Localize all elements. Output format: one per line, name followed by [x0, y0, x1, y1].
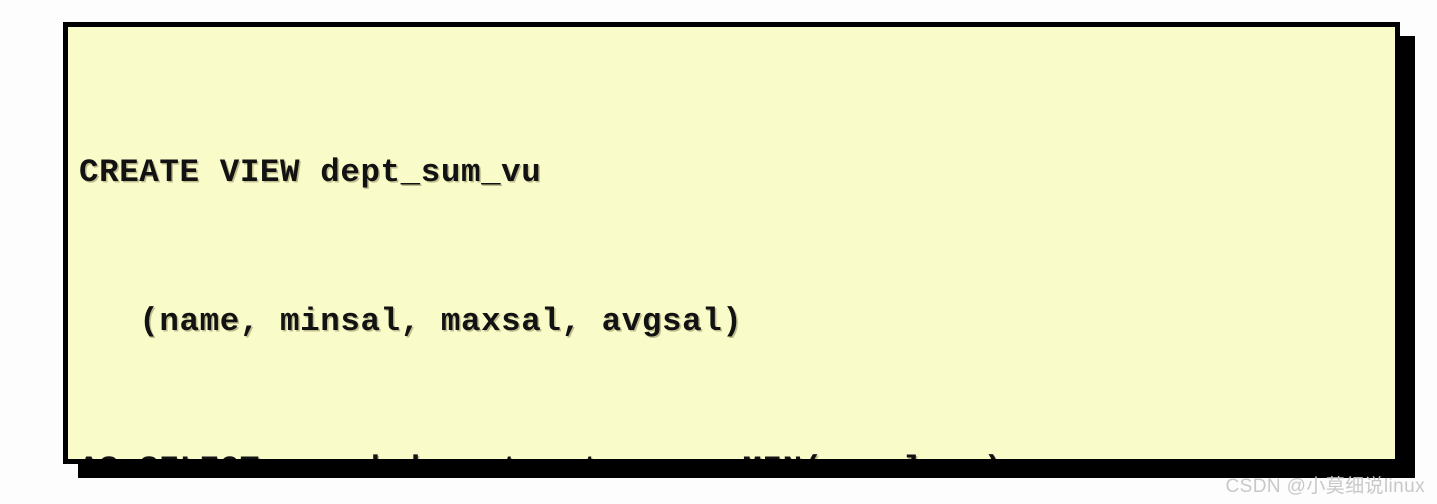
csdn-watermark: CSDN @小莫细说linux — [1225, 476, 1425, 497]
code-line: CREATE VIEW dept_sum_vu — [79, 154, 542, 191]
code-line: AS SELECT d.department_name, MIN(e.salar… — [79, 445, 1391, 459]
slide-canvas: CREATE VIEW dept_sum_vu (name, minsal, m… — [0, 0, 1437, 504]
code-line: (name, minsal, maxsal, avgsal) — [79, 302, 743, 340]
sql-code-listing: CREATE VIEW dept_sum_vu (name, minsal, m… — [79, 49, 1391, 459]
sql-code-box: CREATE VIEW dept_sum_vu (name, minsal, m… — [63, 22, 1400, 464]
